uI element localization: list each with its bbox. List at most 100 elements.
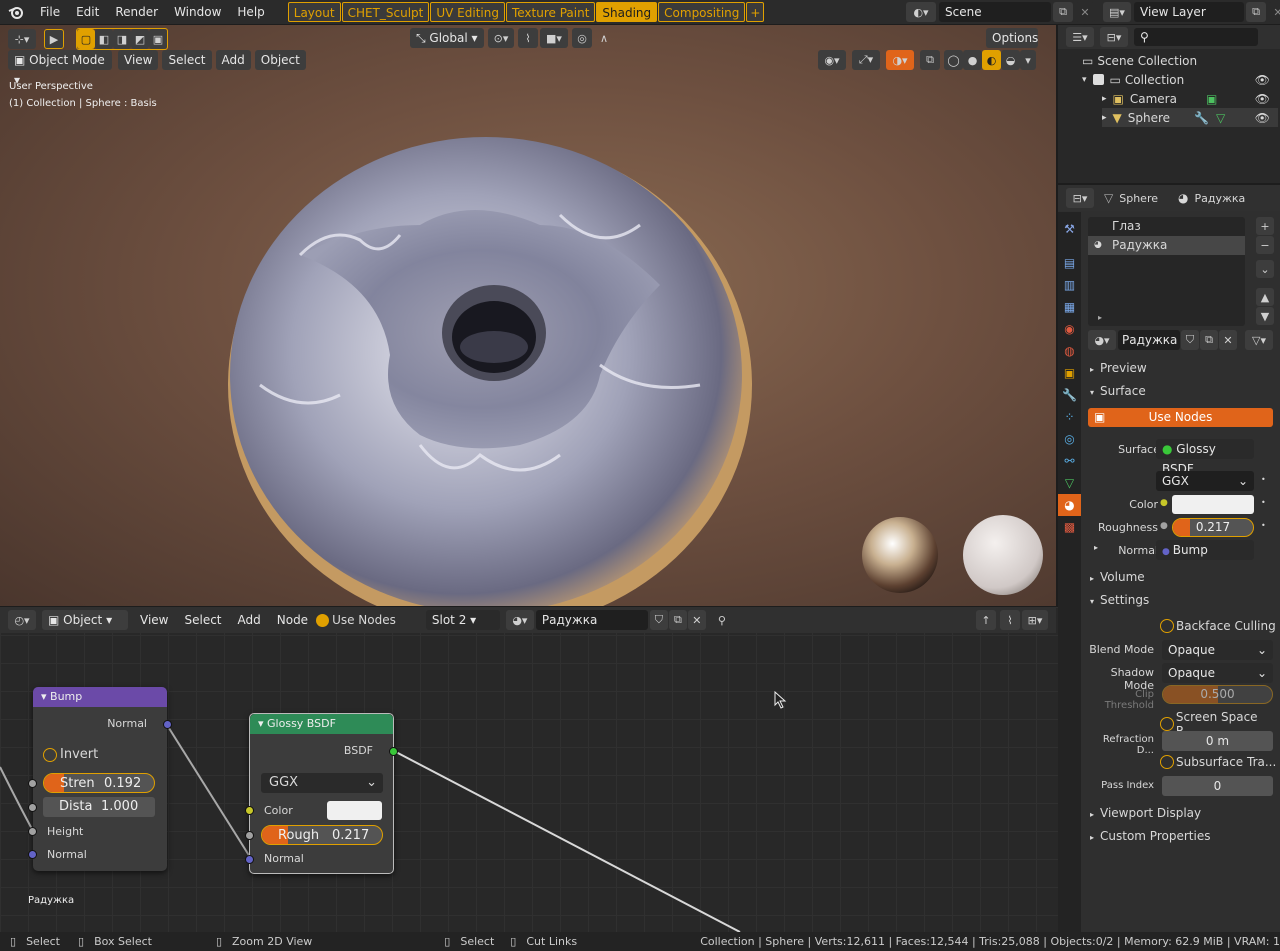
menu-render[interactable]: Render <box>107 0 166 24</box>
rendered-shading-icon[interactable]: ◒ <box>1001 50 1020 70</box>
particles-tab-icon[interactable]: ⁘ <box>1058 406 1081 428</box>
view-layer-icon[interactable]: ▤▾ <box>1103 2 1131 22</box>
viewport-display-panel-header[interactable]: ▸ Viewport Display <box>1088 802 1274 825</box>
copy-scene-icon[interactable]: ⧉ <box>1053 2 1073 22</box>
fake-user-icon[interactable]: ⛉ <box>1181 330 1199 350</box>
surface-shader-field[interactable]: ● Glossy BSDF <box>1156 439 1254 476</box>
expand-icon[interactable]: ▸ <box>1102 113 1107 123</box>
scene-icon[interactable]: ◐▾ <box>906 2 936 22</box>
outliner-item-camera[interactable]: ▸ ▣ Camera ▣ 👁 <box>1102 89 1278 108</box>
modifier-tab-icon[interactable]: 🔧 <box>1058 384 1081 406</box>
viewport-menu-add[interactable]: Add <box>215 50 251 70</box>
volume-panel-header[interactable]: ▸ Volume <box>1088 566 1274 589</box>
shading-options-icon[interactable]: ▾ <box>1020 50 1036 70</box>
screen-space-checkbox[interactable] <box>1160 717 1174 731</box>
workspace-tab-layout[interactable]: Layout <box>287 2 341 22</box>
move-slot-up-icon[interactable]: ▲ <box>1256 288 1274 306</box>
unlink-material-icon[interactable]: ✕ <box>1219 330 1237 350</box>
subsurface-translucency-toggle[interactable]: Subsurface Tra... <box>1160 755 1276 769</box>
backface-culling-toggle[interactable]: Backface Culling <box>1160 619 1276 633</box>
bump-node[interactable]: ▾ Bump Normal Invert Stren 0.192 Dista 1… <box>28 687 172 871</box>
animate-dot-icon[interactable]: • <box>1261 475 1266 484</box>
scene-collection-row[interactable]: ▭ Scene Collection <box>1082 51 1197 70</box>
animate-dot-icon[interactable]: • <box>1261 521 1266 530</box>
3d-viewport[interactable]: ⊹▾ ▶ ▢ ◧ ◨ ◩ ▣ ⤡ Global ▾ ⊙▾ ⌇ ■▾ ◎ ∧ Op… <box>0 25 1056 606</box>
pivot-point-icon[interactable]: ⊙▾ <box>488 28 514 48</box>
menu-help[interactable]: Help <box>229 0 272 24</box>
blender-logo-icon[interactable] <box>0 0 32 24</box>
visibility-icon[interactable]: ◉▾ <box>818 50 846 70</box>
select-invert-icon[interactable]: ◩ <box>131 29 149 49</box>
output-tab-icon[interactable]: ▥ <box>1058 274 1081 296</box>
solid-shading-icon[interactable]: ● <box>963 50 982 70</box>
backface-culling-checkbox[interactable] <box>1160 619 1174 633</box>
collapse-icon[interactable]: ▾ <box>258 717 267 730</box>
add-slot-icon[interactable]: + <box>1256 217 1274 235</box>
overlays-icon[interactable]: ◑▾ <box>886 50 914 70</box>
roughness-property-slider[interactable]: 0.217 <box>1172 518 1254 537</box>
options-dropdown[interactable]: Options <box>986 28 1038 48</box>
refraction-depth-field[interactable]: 0 m <box>1162 731 1273 751</box>
pass-index-field[interactable]: 0 <box>1162 776 1273 796</box>
bump-node-header[interactable]: ▾ Bump <box>33 687 167 707</box>
workspace-tab-chet-sculpt[interactable]: CHET_Sculpt <box>341 2 430 22</box>
checkbox-icon[interactable] <box>1092 74 1104 85</box>
animate-dot-icon[interactable]: • <box>1261 498 1266 507</box>
distance-input-socket[interactable] <box>28 803 37 812</box>
object-mode-dropdown[interactable]: ▣ Object Mode ▾ <box>8 50 112 87</box>
workspace-tab-shading[interactable]: Shading <box>596 2 658 22</box>
color-socket-icon[interactable]: ● <box>1160 498 1168 508</box>
select-tool-icon[interactable]: ▶ <box>44 29 64 49</box>
collapse-icon[interactable]: ▾ <box>41 690 50 703</box>
invert-checkbox[interactable] <box>43 747 57 762</box>
menu-edit[interactable]: Edit <box>68 0 107 24</box>
view-layer-field[interactable]: View Layer <box>1134 2 1244 22</box>
use-nodes-button[interactable]: ▣ Use Nodes <box>1088 408 1273 427</box>
glossy-bsdf-node[interactable]: ▾ Glossy BSDF BSDF GGX ⌄ Color Rough 0.21… <box>245 713 398 874</box>
distribution-dropdown[interactable]: GGX ⌄ <box>261 773 383 793</box>
data-tab-icon[interactable]: ▽ <box>1058 472 1081 494</box>
roughness-socket-icon[interactable]: ● <box>1160 521 1168 531</box>
select-intersect-icon[interactable]: ▣ <box>149 29 167 49</box>
mesh-data-icon[interactable]: ▽ <box>1216 111 1225 125</box>
blend-mode-select[interactable]: Opaque ⌄ <box>1162 640 1273 660</box>
material-slot-item-active[interactable]: ◕ Радужка <box>1088 236 1245 255</box>
proportional-edit-icon[interactable]: ◎ <box>572 28 592 48</box>
viewport-menu-view[interactable]: View <box>118 50 159 70</box>
select-new-icon[interactable]: ▢ <box>77 29 95 49</box>
glossy-color-swatch[interactable] <box>327 801 382 820</box>
texture-tab-icon[interactable]: ▩ <box>1058 516 1081 538</box>
distribution-select[interactable]: GGX ⌄ <box>1156 471 1254 491</box>
properties-type-icon[interactable]: ⊟▾ <box>1066 188 1094 208</box>
modifier-wrench-icon[interactable]: 🔧 <box>1194 111 1209 125</box>
material-datablock-field[interactable]: Радужка <box>1118 330 1180 350</box>
add-workspace-button[interactable]: + <box>746 2 765 22</box>
viewport-menu-object[interactable]: Object <box>254 50 306 70</box>
list-expand-icon[interactable]: ▸ <box>1098 313 1102 322</box>
clip-threshold-slider[interactable]: 0.500 <box>1162 685 1273 704</box>
bsdf-output-socket[interactable] <box>389 747 398 756</box>
transform-orientation-dropdown[interactable]: ⤡ Global ▾ <box>410 28 484 48</box>
select-extend-icon[interactable]: ◧ <box>95 29 113 49</box>
close-scene-icon[interactable]: ✕ <box>1075 2 1095 22</box>
glossy-node-header[interactable]: ▾ Glossy BSDF <box>250 714 393 734</box>
expand-icon[interactable]: ▸ <box>1102 94 1107 104</box>
view-layer-tab-icon[interactable]: ▦ <box>1058 296 1081 318</box>
viewport-menu-select[interactable]: Select <box>162 50 212 70</box>
constraints-tab-icon[interactable]: ⚯ <box>1058 450 1081 472</box>
slot-specials-icon[interactable]: ⌄ <box>1256 260 1274 278</box>
select-subtract-icon[interactable]: ◨ <box>113 29 131 49</box>
height-input-socket[interactable] <box>28 827 37 836</box>
workspace-tab-compositing[interactable]: Compositing <box>658 2 746 22</box>
link-type-icon[interactable]: ▽▾ <box>1245 330 1273 350</box>
color-input-socket[interactable] <box>245 806 254 815</box>
snap-toggle-icon[interactable]: ⌇ <box>518 28 538 48</box>
scene-tab-icon[interactable]: ◉ <box>1058 318 1081 340</box>
preview-panel-header[interactable]: ▸ Preview <box>1088 357 1274 380</box>
strength-input-socket[interactable] <box>28 779 37 788</box>
eye-icon[interactable]: 👁 <box>1255 73 1270 87</box>
browse-material-icon[interactable]: ◕▾ <box>1088 330 1116 350</box>
material-slot-item[interactable]: Глаз <box>1088 217 1245 236</box>
copy-view-layer-icon[interactable]: ⧉ <box>1246 2 1266 22</box>
remove-slot-icon[interactable]: − <box>1256 236 1274 254</box>
